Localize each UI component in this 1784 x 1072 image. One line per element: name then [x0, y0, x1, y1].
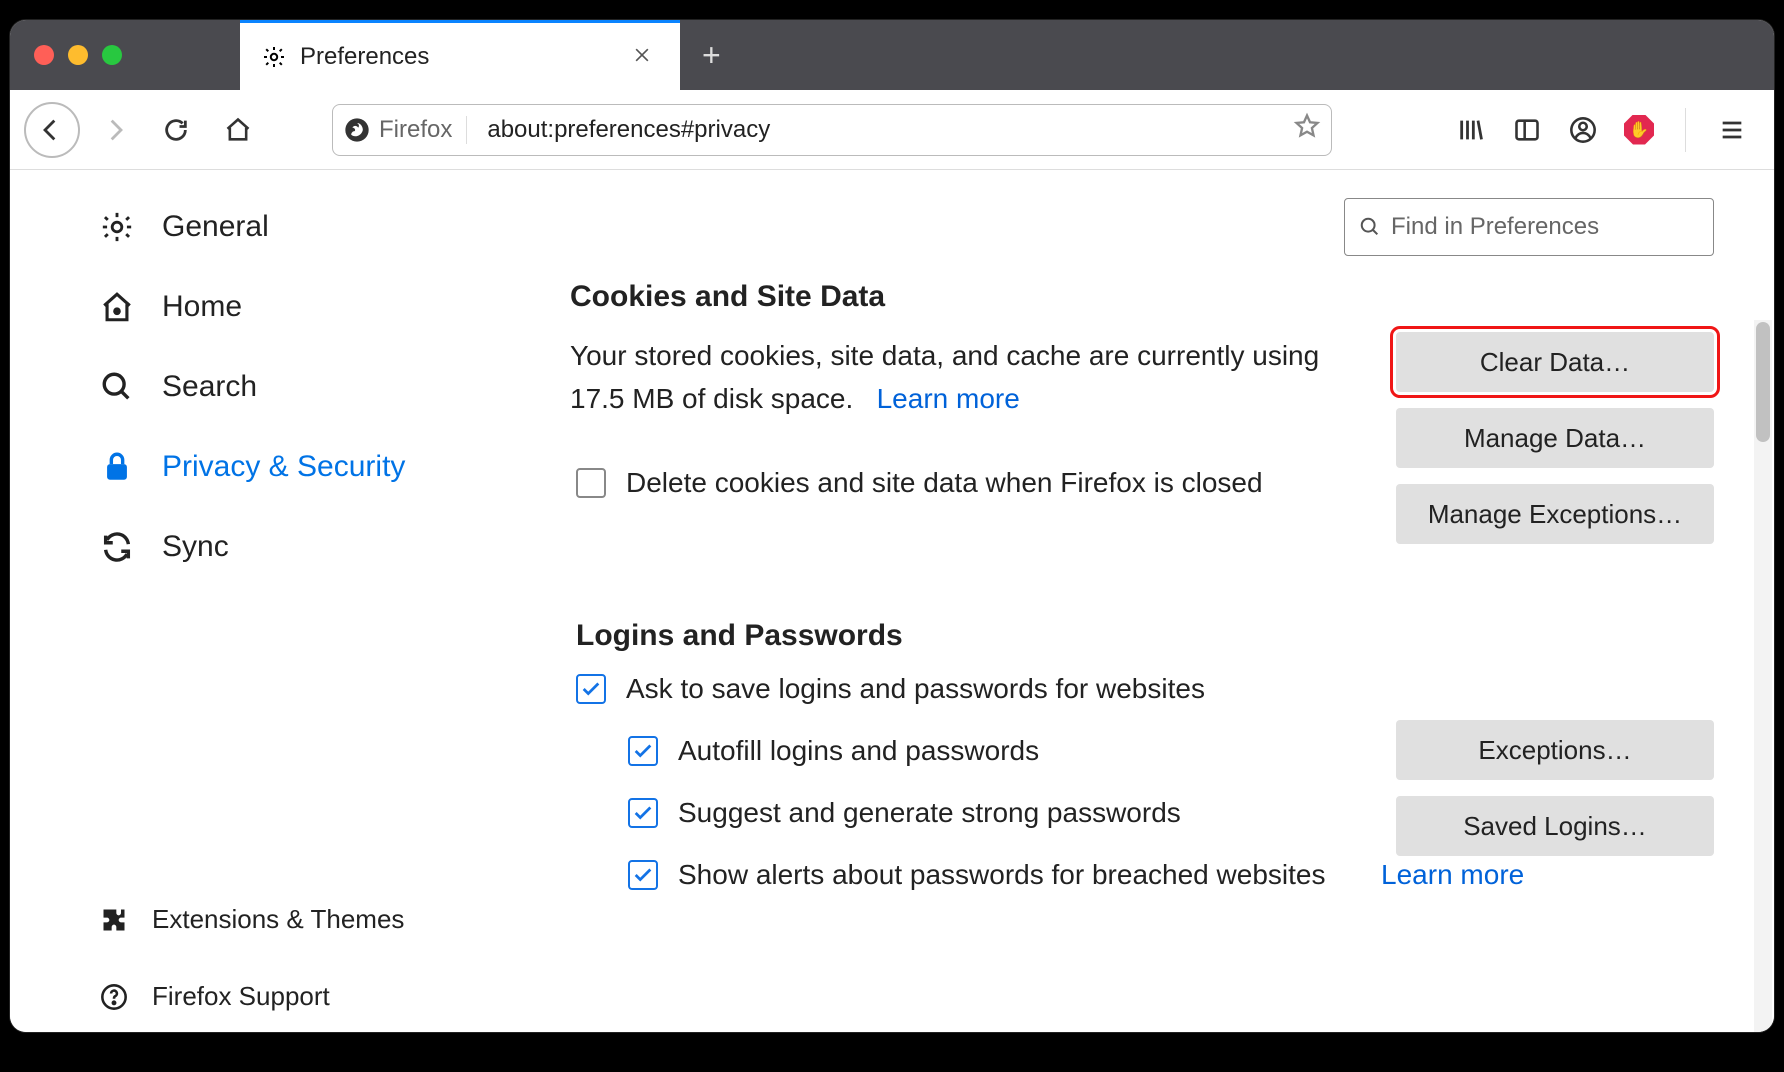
- identity-label: Firefox: [379, 116, 467, 144]
- window-controls: [10, 20, 240, 90]
- logins-heading: Logins and Passwords: [576, 619, 1714, 653]
- preferences-main: Find in Preferences Cookies and Site Dat…: [530, 170, 1774, 1032]
- search-icon: [100, 370, 134, 404]
- delete-on-close-label: Delete cookies and site data when Firefo…: [626, 467, 1263, 499]
- sidebar-label: Firefox Support: [152, 981, 330, 1012]
- sidebar-label: General: [162, 210, 269, 244]
- breached-alerts-checkbox[interactable]: [628, 860, 658, 890]
- sidebar-item-search[interactable]: Search: [100, 370, 510, 404]
- cookies-learn-more-link[interactable]: Learn more: [877, 383, 1020, 414]
- library-button[interactable]: [1453, 112, 1489, 148]
- autofill-logins-label: Autofill logins and passwords: [678, 735, 1039, 767]
- saved-logins-button[interactable]: Saved Logins…: [1396, 796, 1714, 856]
- breached-alerts-label: Show alerts about passwords for breached…: [678, 859, 1325, 891]
- search-icon: [1359, 216, 1381, 238]
- url-bar[interactable]: Firefox about:preferences#privacy: [332, 104, 1332, 156]
- gear-icon: [262, 45, 286, 69]
- lock-icon: [100, 450, 134, 484]
- sidebar-label: Sync: [162, 530, 229, 564]
- new-tab-button[interactable]: +: [680, 20, 743, 90]
- url-text: about:preferences#privacy: [475, 116, 1285, 144]
- suggest-passwords-label: Suggest and generate strong passwords: [678, 797, 1181, 829]
- back-button[interactable]: [24, 102, 80, 158]
- home-button[interactable]: [210, 102, 266, 158]
- vertical-scrollbar[interactable]: [1754, 320, 1772, 1032]
- zoom-window-button[interactable]: [102, 45, 122, 65]
- sidebar-label: Search: [162, 370, 257, 404]
- sidebar-button[interactable]: [1509, 112, 1545, 148]
- sidebar-label: Home: [162, 290, 242, 324]
- bookmark-star-button[interactable]: [1293, 112, 1321, 147]
- toolbar-separator: [1685, 108, 1686, 152]
- clear-data-button[interactable]: Clear Data…: [1396, 332, 1714, 392]
- account-button[interactable]: [1565, 112, 1601, 148]
- search-placeholder: Find in Preferences: [1391, 213, 1599, 241]
- home-icon: [100, 290, 134, 324]
- help-icon: [100, 983, 128, 1011]
- browser-tab-preferences[interactable]: Preferences: [240, 20, 680, 90]
- logins-learn-more-link[interactable]: Learn more: [1381, 859, 1524, 891]
- logins-exceptions-button[interactable]: Exceptions…: [1396, 720, 1714, 780]
- cookies-heading: Cookies and Site Data: [570, 280, 1714, 314]
- sync-icon: [100, 530, 134, 564]
- puzzle-icon: [100, 906, 128, 934]
- adblock-button[interactable]: ✋: [1621, 112, 1657, 148]
- sidebar-item-extensions[interactable]: Extensions & Themes: [100, 904, 510, 935]
- sidebar-item-sync[interactable]: Sync: [100, 530, 510, 564]
- sidebar-item-general[interactable]: General: [100, 210, 510, 244]
- app-menu-button[interactable]: [1714, 112, 1750, 148]
- ask-save-logins-checkbox[interactable]: [576, 674, 606, 704]
- sidebar-item-privacy[interactable]: Privacy & Security: [100, 450, 510, 484]
- close-window-button[interactable]: [34, 45, 54, 65]
- autofill-logins-checkbox[interactable]: [628, 736, 658, 766]
- reload-button[interactable]: [148, 102, 204, 158]
- scrollbar-thumb[interactable]: [1756, 322, 1770, 442]
- gear-icon: [100, 210, 134, 244]
- sidebar-label: Privacy & Security: [162, 450, 405, 484]
- hand-icon: ✋: [1629, 120, 1649, 140]
- tab-title: Preferences: [300, 43, 612, 71]
- preferences-search-input[interactable]: Find in Preferences: [1344, 198, 1714, 256]
- ask-save-logins-label: Ask to save logins and passwords for web…: [626, 673, 1205, 705]
- forward-button[interactable]: [86, 102, 142, 158]
- sidebar-item-support[interactable]: Firefox Support: [100, 981, 510, 1012]
- delete-on-close-checkbox[interactable]: [576, 468, 606, 498]
- minimize-window-button[interactable]: [68, 45, 88, 65]
- manage-exceptions-button[interactable]: Manage Exceptions…: [1396, 484, 1714, 544]
- suggest-passwords-checkbox[interactable]: [628, 798, 658, 828]
- sidebar-item-home[interactable]: Home: [100, 290, 510, 324]
- sidebar-label: Extensions & Themes: [152, 904, 404, 935]
- manage-data-button[interactable]: Manage Data…: [1396, 408, 1714, 468]
- tab-close-button[interactable]: [626, 41, 658, 72]
- firefox-icon: [343, 116, 371, 144]
- preferences-sidebar: General Home Search Privacy & Security S…: [10, 170, 530, 1032]
